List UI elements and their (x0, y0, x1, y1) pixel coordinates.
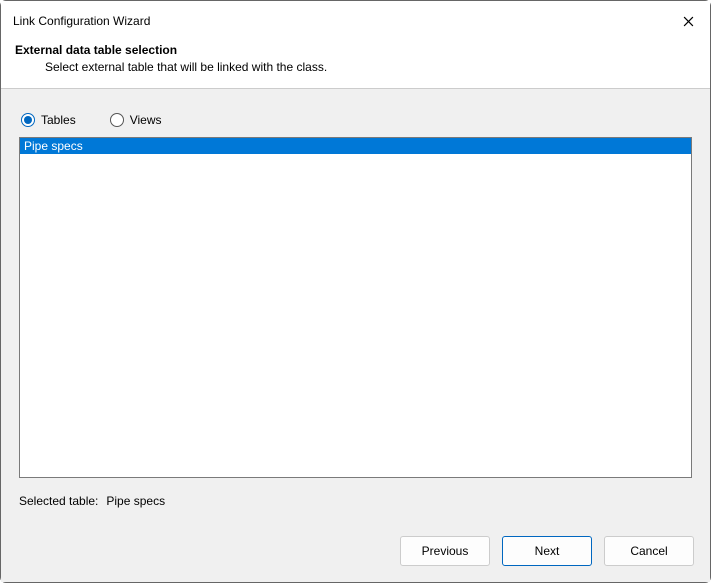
radio-indicator-icon (21, 113, 35, 127)
close-button[interactable] (676, 9, 700, 33)
step-title: External data table selection (15, 43, 696, 57)
wizard-body: Tables Views Pipe specs Selected table: … (1, 89, 710, 524)
radio-views[interactable]: Views (110, 113, 162, 127)
titlebar: Link Configuration Wizard (1, 1, 710, 39)
next-button[interactable]: Next (502, 536, 592, 566)
radio-tables-label: Tables (41, 113, 76, 127)
radio-indicator-icon (110, 113, 124, 127)
radio-tables[interactable]: Tables (21, 113, 76, 127)
wizard-header: External data table selection Select ext… (1, 39, 710, 89)
table-listbox[interactable]: Pipe specs (19, 137, 692, 478)
close-icon (683, 16, 694, 27)
source-type-radios: Tables Views (21, 113, 692, 127)
window-title: Link Configuration Wizard (13, 14, 676, 28)
selected-table-value: Pipe specs (106, 494, 165, 508)
cancel-button[interactable]: Cancel (604, 536, 694, 566)
radio-views-label: Views (130, 113, 162, 127)
list-item[interactable]: Pipe specs (20, 138, 691, 154)
wizard-footer: Previous Next Cancel (1, 524, 710, 582)
previous-button[interactable]: Previous (400, 536, 490, 566)
selected-table-label: Selected table: (19, 494, 98, 508)
step-subtitle: Select external table that will be linke… (45, 60, 696, 74)
selected-table-row: Selected table: Pipe specs (19, 494, 692, 508)
